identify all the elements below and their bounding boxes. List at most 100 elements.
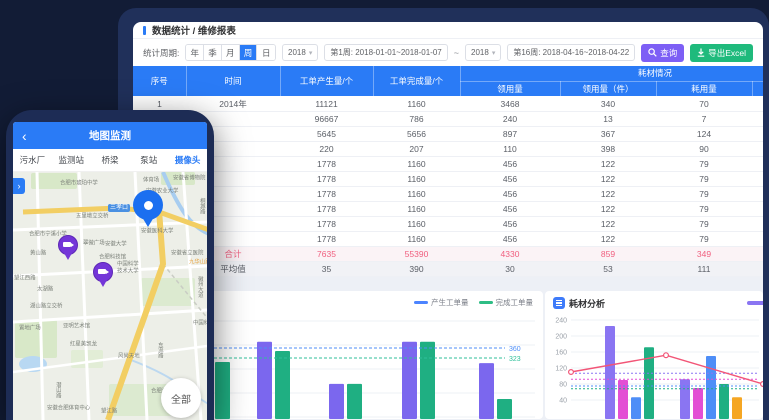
- phone-tab-泵站[interactable]: 泵站: [129, 154, 168, 166]
- table-cell: 456: [460, 171, 560, 186]
- table-cell: 1160: [373, 186, 460, 201]
- table-cell: 897: [460, 126, 560, 141]
- table-cell: 390: [373, 261, 460, 276]
- table-cell: 1160: [373, 231, 460, 246]
- column-group-header: 耗材情况: [460, 66, 763, 81]
- table-cell: 4330: [460, 246, 560, 261]
- period-option-月[interactable]: 月: [222, 45, 240, 60]
- camera-pin[interactable]: [58, 235, 78, 262]
- calendar-icon: ▾: [309, 49, 313, 57]
- map-label: 合肥科技馆: [99, 255, 126, 261]
- map-label: 安徽省立医院: [171, 251, 203, 257]
- table-cell: 456: [460, 156, 560, 171]
- selected-location-pin[interactable]: [133, 190, 163, 230]
- table-cell: 90: [656, 141, 752, 156]
- period-option-周[interactable]: 周: [240, 45, 258, 60]
- table-cell: 240: [460, 111, 560, 126]
- map-label: 风尚天地: [118, 354, 140, 360]
- period-option-季[interactable]: 季: [204, 45, 222, 60]
- average-row: 平均值353903053111141: [133, 261, 763, 276]
- table-cell: 35: [280, 261, 373, 276]
- table-cell: 111: [656, 261, 752, 276]
- start-year-select[interactable]: 2018▾: [282, 44, 318, 61]
- table-cell: 67: [752, 216, 763, 231]
- table-cell: 125: [752, 126, 763, 141]
- map-expand-button[interactable]: ›: [13, 178, 25, 194]
- map-label: 红星美凯龙: [70, 342, 97, 348]
- table-cell: 456: [460, 201, 560, 216]
- table-cell: 13: [560, 111, 656, 126]
- table-cell: 1778: [280, 156, 373, 171]
- table-cell: 55390: [373, 246, 460, 261]
- total-row: 合计7635553904330859349332: [133, 246, 763, 261]
- svg-text:120: 120: [555, 365, 567, 372]
- table-cell: 7635: [280, 246, 373, 261]
- start-week-input[interactable]: 第1周: 2018-01-01~2018-01-07: [324, 44, 447, 61]
- table-cell: 859: [560, 246, 656, 261]
- table-cell: 5656: [373, 126, 460, 141]
- map-label: 安徽省博物院: [173, 176, 205, 182]
- export-excel-button[interactable]: 导出Excel: [690, 44, 753, 62]
- end-week-input[interactable]: 第16周: 2018-04-16~2018-04-22: [507, 44, 635, 61]
- table-cell: 2501: [752, 96, 763, 111]
- table-cell: 690: [752, 111, 763, 126]
- svg-text:323: 323: [509, 355, 521, 362]
- map-label: 湖山路立交桥: [30, 304, 62, 310]
- table-cell: 1160: [373, 96, 460, 111]
- period-option-年[interactable]: 年: [186, 45, 204, 60]
- legend-item[interactable]: 产生工单量: [414, 297, 469, 308]
- period-segmented-control[interactable]: 年季月周日: [185, 44, 276, 61]
- map-label: 徽州大道: [196, 276, 202, 298]
- column-subheader: 领用量（件）: [560, 81, 656, 96]
- table-cell: 332: [752, 246, 763, 261]
- filter-bar: 统计周期: 年季月周日 2018▾ 第1周: 2018-01-01~2018-0…: [133, 39, 763, 66]
- table-cell: 67: [752, 156, 763, 171]
- back-icon[interactable]: ‹: [22, 129, 27, 143]
- table-cell: 786: [373, 111, 460, 126]
- column-subheader: 领用量: [460, 81, 560, 96]
- map-label: 翠微广场: [83, 241, 105, 247]
- camera-pin[interactable]: [93, 262, 113, 289]
- table-cell: 79: [656, 171, 752, 186]
- phone-tab-监测站[interactable]: 监测站: [52, 154, 91, 166]
- svg-text:80: 80: [559, 381, 567, 388]
- map-label: 黄山路: [30, 251, 46, 257]
- phone-tab-污水厂[interactable]: 污水厂: [13, 154, 52, 166]
- legend-item[interactable]: 完成工单量: [479, 297, 534, 308]
- table-cell: 67: [752, 171, 763, 186]
- svg-text:160: 160: [555, 349, 567, 356]
- svg-text:40: 40: [559, 397, 567, 404]
- table-cell: 122: [560, 216, 656, 231]
- phone-tab-桥梁[interactable]: 桥梁: [91, 154, 130, 166]
- column-header: 工单产生量/个: [280, 66, 373, 96]
- query-button[interactable]: 查询: [641, 44, 684, 62]
- period-option-日[interactable]: 日: [257, 45, 275, 60]
- breadcrumb-text: 数据统计 / 维修报表: [152, 23, 236, 37]
- column-header: 时间: [186, 66, 280, 96]
- phone-header: ‹ 地图监测: [13, 122, 207, 149]
- table-cell: 1778: [280, 186, 373, 201]
- table-cell: 79: [656, 156, 752, 171]
- map-label: 亚明艺术馆: [63, 324, 90, 330]
- calendar-icon: ▾: [492, 49, 496, 57]
- svg-text:360: 360: [509, 346, 521, 353]
- show-all-button[interactable]: 全部: [161, 378, 201, 418]
- table-cell: 7: [656, 111, 752, 126]
- table-cell: 2014年: [186, 96, 280, 111]
- table-row: 296667786240137690: [133, 111, 763, 126]
- table-cell: 141: [752, 261, 763, 276]
- end-year-select[interactable]: 2018▾: [465, 44, 501, 61]
- map-view[interactable]: 合肥市琥珀中学体育场安徽农业大学安徽省博物院桐城路五里墩立交桥合肥市宁溪小学翠微…: [13, 172, 207, 420]
- phone-tab-摄像头[interactable]: 摄像头: [168, 154, 207, 166]
- table-row: 5177811604561227967: [133, 156, 763, 171]
- table-cell: 456: [460, 231, 560, 246]
- table-cell: 5645: [280, 126, 373, 141]
- road-sign-chip: 三孝口: [108, 204, 130, 212]
- table-cell: 79: [656, 186, 752, 201]
- phone-screen: ‹ 地图监测 污水厂监测站桥梁泵站摄像头: [13, 122, 207, 420]
- table-cell: 398: [560, 141, 656, 156]
- consumable-bar-line-chart: 2402001601208040: [545, 291, 763, 419]
- table-cell: 67: [752, 201, 763, 216]
- svg-text:200: 200: [555, 333, 567, 340]
- table-cell: 122: [560, 201, 656, 216]
